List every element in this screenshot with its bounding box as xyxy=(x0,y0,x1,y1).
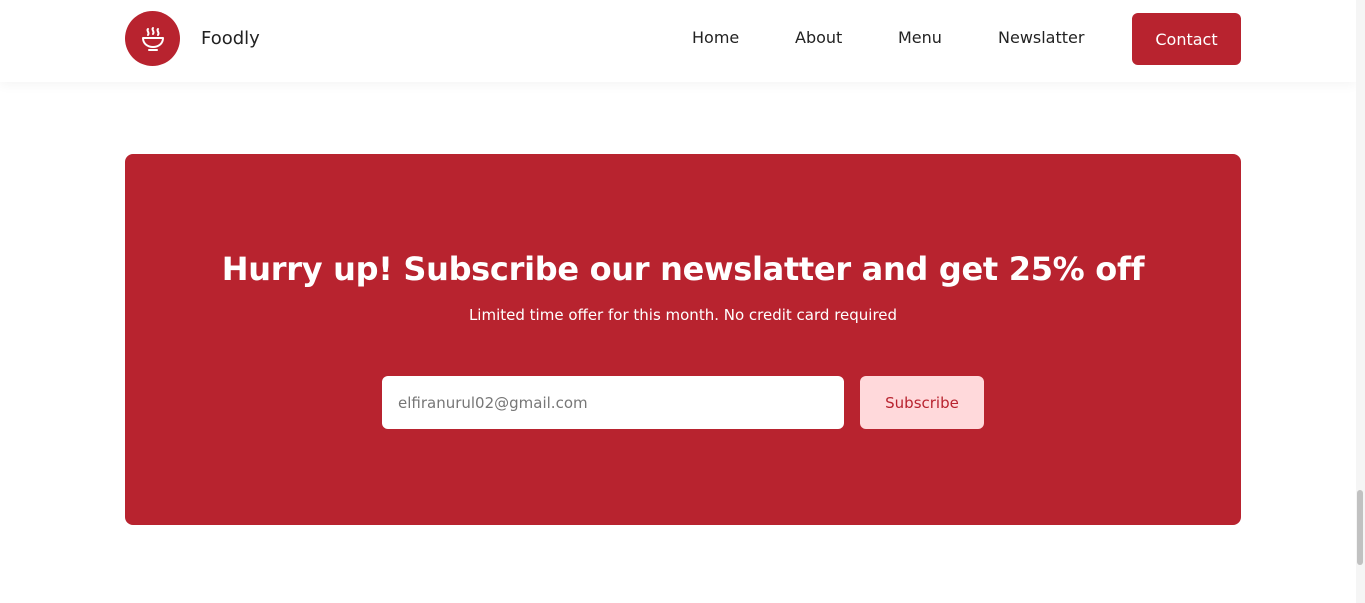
logo[interactable]: Foodly xyxy=(125,11,260,66)
subscribe-button[interactable]: Subscribe xyxy=(860,376,984,429)
nav-menu[interactable]: Menu xyxy=(898,28,942,47)
page-scrollbar[interactable] xyxy=(1356,0,1365,603)
scrollbar-thumb[interactable] xyxy=(1357,490,1363,565)
nav-newsletter[interactable]: Newslatter xyxy=(998,28,1084,47)
site-header: Foodly Home About Menu Newslatter Contac… xyxy=(0,0,1356,82)
newsletter-subline: Limited time offer for this month. No cr… xyxy=(468,306,898,324)
brand-name: Foodly xyxy=(201,28,260,49)
newsletter-headline: Hurry up! Subscribe our newslatter and g… xyxy=(221,250,1145,288)
nav-about[interactable]: About xyxy=(795,28,842,47)
email-input[interactable] xyxy=(382,376,844,429)
newsletter-banner: Hurry up! Subscribe our newslatter and g… xyxy=(125,154,1241,525)
nav-home[interactable]: Home xyxy=(692,28,739,47)
bowl-steam-icon xyxy=(125,11,180,66)
contact-button[interactable]: Contact xyxy=(1132,13,1241,65)
